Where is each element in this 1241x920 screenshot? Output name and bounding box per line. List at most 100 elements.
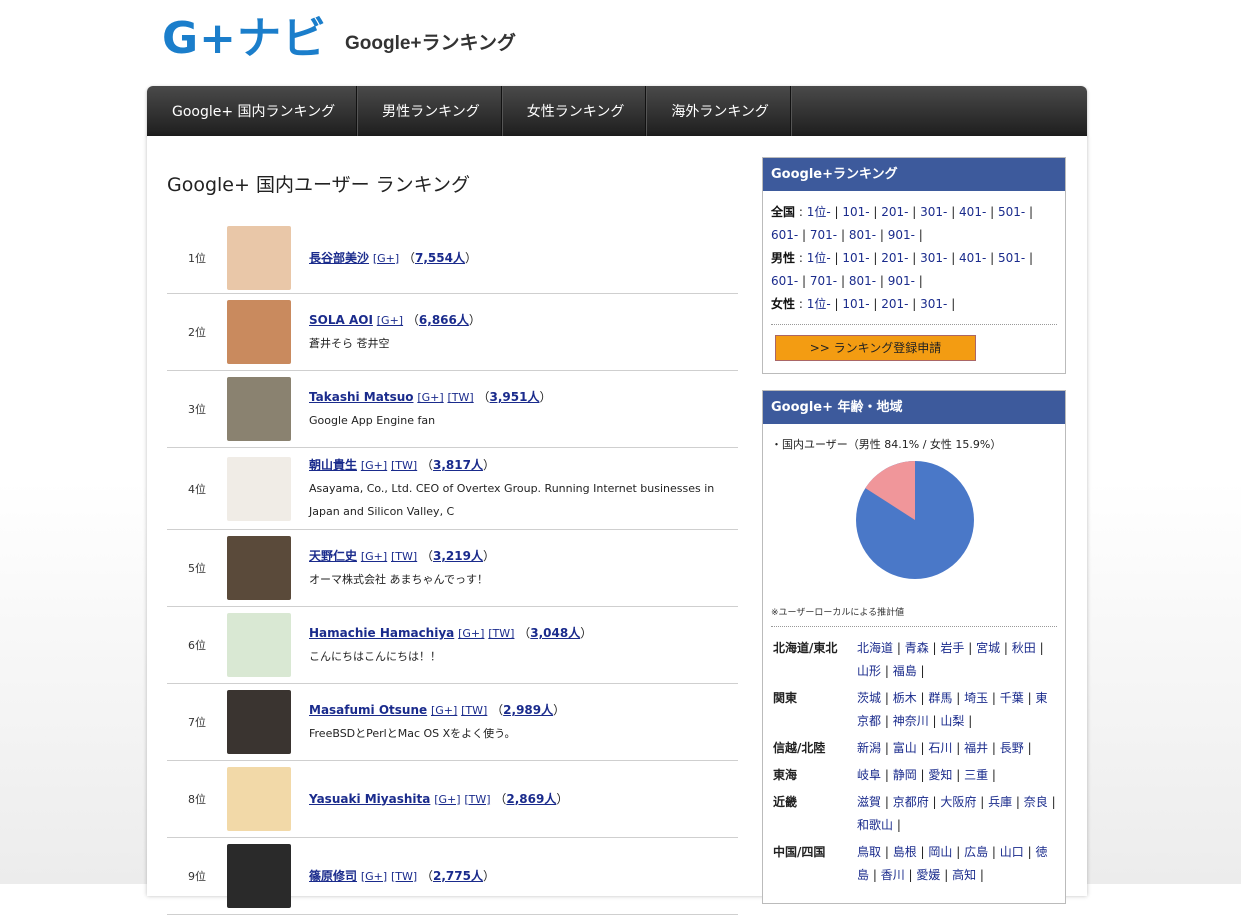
- follower-count-link[interactable]: 3,048人: [530, 626, 580, 640]
- prefecture-link[interactable]: 岡山: [928, 845, 952, 859]
- nav-item-female[interactable]: 女性ランキング: [502, 86, 647, 136]
- ranking-apply-button[interactable]: >> ランキング登録申請: [775, 335, 976, 361]
- prefecture-link[interactable]: 山梨: [940, 714, 964, 728]
- prefecture-link[interactable]: 青森: [905, 641, 929, 655]
- user-name-link[interactable]: 天野仁史: [309, 549, 357, 563]
- user-name-link[interactable]: 朝山貴生: [309, 458, 357, 472]
- prefecture-link[interactable]: 静岡: [893, 768, 917, 782]
- prefecture-link[interactable]: 和歌山: [857, 818, 893, 832]
- ranking-page-link[interactable]: 901-: [888, 228, 915, 242]
- twitter-link[interactable]: [TW]: [391, 870, 417, 883]
- prefecture-link[interactable]: 宮城: [976, 641, 1000, 655]
- ranking-page-link[interactable]: 201-: [881, 297, 908, 311]
- prefecture-link[interactable]: 神奈川: [893, 714, 929, 728]
- ranking-page-link[interactable]: 801-: [849, 274, 876, 288]
- user-avatar[interactable]: [227, 536, 291, 600]
- ranking-page-link[interactable]: 701-: [810, 274, 837, 288]
- prefecture-link[interactable]: 京都府: [893, 795, 929, 809]
- user-avatar[interactable]: [227, 844, 291, 908]
- prefecture-link[interactable]: 鳥取: [857, 845, 881, 859]
- nav-item-domestic[interactable]: Google+ 国内ランキング: [147, 86, 358, 136]
- twitter-link[interactable]: [TW]: [488, 627, 514, 640]
- gplus-link[interactable]: [G+]: [417, 391, 443, 404]
- user-name-link[interactable]: 長谷部美沙: [309, 251, 369, 265]
- ranking-page-link[interactable]: 501-: [998, 205, 1025, 219]
- gplus-link[interactable]: [G+]: [431, 704, 457, 717]
- prefecture-link[interactable]: 栃木: [893, 691, 917, 705]
- user-name-link[interactable]: Yasuaki Miyashita: [309, 792, 430, 806]
- gplus-link[interactable]: [G+]: [458, 627, 484, 640]
- gplus-link[interactable]: [G+]: [377, 314, 403, 327]
- twitter-link[interactable]: [TW]: [391, 550, 417, 563]
- ranking-page-link[interactable]: 201-: [881, 251, 908, 265]
- ranking-page-link[interactable]: 101-: [842, 205, 869, 219]
- user-name-link[interactable]: Masafumi Otsune: [309, 703, 427, 717]
- prefecture-link[interactable]: 大阪府: [940, 795, 976, 809]
- gplus-link[interactable]: [G+]: [373, 252, 399, 265]
- user-avatar[interactable]: [227, 767, 291, 831]
- ranking-page-link[interactable]: 301-: [920, 251, 947, 265]
- prefecture-link[interactable]: 福島: [893, 664, 917, 678]
- ranking-page-link[interactable]: 1位-: [807, 251, 831, 265]
- prefecture-link[interactable]: 奈良: [1024, 795, 1048, 809]
- prefecture-link[interactable]: 滋賀: [857, 795, 881, 809]
- ranking-page-link[interactable]: 601-: [771, 228, 798, 242]
- prefecture-link[interactable]: 山形: [857, 664, 881, 678]
- prefecture-link[interactable]: 福井: [964, 741, 988, 755]
- prefecture-link[interactable]: 岐阜: [857, 768, 881, 782]
- user-avatar[interactable]: [227, 456, 291, 521]
- prefecture-link[interactable]: 新潟: [857, 741, 881, 755]
- ranking-page-link[interactable]: 701-: [810, 228, 837, 242]
- twitter-link[interactable]: [TW]: [447, 391, 473, 404]
- prefecture-link[interactable]: 埼玉: [964, 691, 988, 705]
- ranking-page-link[interactable]: 501-: [998, 251, 1025, 265]
- user-avatar[interactable]: [227, 226, 291, 290]
- user-avatar[interactable]: [227, 300, 291, 364]
- follower-count-link[interactable]: 2,989人: [503, 703, 553, 717]
- ranking-page-link[interactable]: 201-: [881, 205, 908, 219]
- ranking-page-link[interactable]: 1位-: [807, 205, 831, 219]
- prefecture-link[interactable]: 愛媛: [916, 868, 940, 882]
- user-avatar[interactable]: [227, 690, 291, 754]
- follower-count-link[interactable]: 3,951人: [490, 390, 540, 404]
- prefecture-link[interactable]: 北海道: [857, 641, 893, 655]
- prefecture-link[interactable]: 群馬: [928, 691, 952, 705]
- gplus-link[interactable]: [G+]: [361, 870, 387, 883]
- prefecture-link[interactable]: 島根: [893, 845, 917, 859]
- prefecture-link[interactable]: 秋田: [1012, 641, 1036, 655]
- prefecture-link[interactable]: 富山: [893, 741, 917, 755]
- ranking-page-link[interactable]: 801-: [849, 228, 876, 242]
- ranking-page-link[interactable]: 301-: [920, 297, 947, 311]
- user-name-link[interactable]: SOLA AOI: [309, 313, 373, 327]
- twitter-link[interactable]: [TW]: [391, 459, 417, 472]
- user-avatar[interactable]: [227, 613, 291, 677]
- prefecture-link[interactable]: 石川: [928, 741, 952, 755]
- ranking-page-link[interactable]: 301-: [920, 205, 947, 219]
- twitter-link[interactable]: [TW]: [464, 793, 490, 806]
- follower-count-link[interactable]: 3,817人: [433, 458, 483, 472]
- ranking-page-link[interactable]: 401-: [959, 205, 986, 219]
- follower-count-link[interactable]: 2,869人: [506, 792, 556, 806]
- follower-count-link[interactable]: 6,866人: [419, 313, 469, 327]
- nav-item-overseas[interactable]: 海外ランキング: [646, 86, 791, 136]
- user-name-link[interactable]: Hamachie Hamachiya: [309, 626, 454, 640]
- follower-count-link[interactable]: 2,775人: [433, 869, 483, 883]
- user-name-link[interactable]: Takashi Matsuo: [309, 390, 414, 404]
- follower-count-link[interactable]: 3,219人: [433, 549, 483, 563]
- gplus-link[interactable]: [G+]: [434, 793, 460, 806]
- ranking-page-link[interactable]: 1位-: [807, 297, 831, 311]
- prefecture-link[interactable]: 広島: [964, 845, 988, 859]
- ranking-page-link[interactable]: 101-: [842, 251, 869, 265]
- prefecture-link[interactable]: 三重: [964, 768, 988, 782]
- user-avatar[interactable]: [227, 377, 291, 441]
- gplus-link[interactable]: [G+]: [361, 459, 387, 472]
- prefecture-link[interactable]: 愛知: [928, 768, 952, 782]
- prefecture-link[interactable]: 山口: [1000, 845, 1024, 859]
- prefecture-link[interactable]: 茨城: [857, 691, 881, 705]
- ranking-page-link[interactable]: 601-: [771, 274, 798, 288]
- prefecture-link[interactable]: 岩手: [940, 641, 964, 655]
- prefecture-link[interactable]: 千葉: [1000, 691, 1024, 705]
- prefecture-link[interactable]: 香川: [881, 868, 905, 882]
- prefecture-link[interactable]: 長野: [1000, 741, 1024, 755]
- nav-item-male[interactable]: 男性ランキング: [357, 86, 502, 136]
